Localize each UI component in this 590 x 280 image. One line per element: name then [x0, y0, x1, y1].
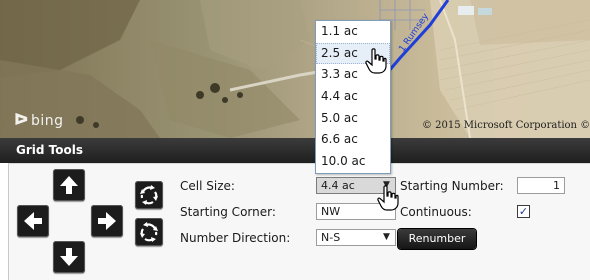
hand-cursor-icon [377, 185, 399, 211]
bing-logo-text: bing [30, 113, 64, 129]
arrow-left-icon [24, 212, 42, 230]
dropdown-option[interactable]: 6.6 ac [316, 129, 390, 151]
grid-tools-header: Grid Tools [0, 138, 590, 163]
map-copyright: © 2015 Microsoft Corporation © [422, 120, 590, 131]
cell-size-label: Cell Size: [180, 179, 235, 193]
bing-logo: ᐅ bing [14, 110, 64, 129]
starting-corner-value: NW [321, 205, 341, 218]
rotate-clockwise-icon [140, 185, 158, 205]
rotate-clockwise-button[interactable] [135, 181, 163, 209]
number-direction-label: Number Direction: [180, 231, 291, 245]
starting-number-input[interactable]: 1 [517, 177, 565, 194]
dropdown-option[interactable]: 4.4 ac [316, 86, 390, 108]
continuous-checkbox[interactable]: ✓ [517, 205, 530, 218]
arrow-up-icon [60, 176, 78, 194]
starting-number-label: Starting Number: [400, 179, 504, 193]
dropdown-option[interactable]: 1.1 ac [316, 21, 390, 43]
number-direction-select[interactable]: N-S ▼ [316, 229, 396, 246]
move-down-button[interactable] [53, 241, 85, 273]
number-direction-value: N-S [321, 231, 341, 244]
cell-size-value: 4.4 ac [321, 179, 355, 192]
renumber-button[interactable]: Renumber [398, 229, 476, 249]
rotate-counterclockwise-icon [140, 222, 158, 242]
starting-number-value: 1 [553, 179, 560, 192]
chevron-down-icon: ▼ [383, 232, 390, 242]
continuous-label: Continuous: [400, 205, 472, 219]
bing-logo-mark: ᐅ [14, 110, 29, 129]
move-right-button[interactable] [91, 205, 123, 237]
cell-size-dropdown[interactable]: 1.1 ac 2.5 ac 3.3 ac 4.4 ac 5.0 ac 6.6 a… [315, 20, 391, 174]
map-imagery [0, 0, 590, 138]
checkmark-icon: ✓ [518, 205, 529, 218]
arrow-down-icon [60, 248, 78, 266]
arrow-right-icon [98, 212, 116, 230]
hand-cursor-icon [365, 48, 387, 74]
dropdown-option[interactable]: 5.0 ac [316, 108, 390, 130]
map-view[interactable]: ᐅ bing © 2015 Microsoft Corporation © 1 R… [0, 0, 590, 138]
dropdown-option[interactable]: 10.0 ac [316, 151, 390, 173]
starting-corner-label: Starting Corner: [180, 205, 276, 219]
move-up-button[interactable] [53, 169, 85, 201]
rotate-counterclockwise-button[interactable] [135, 218, 163, 246]
move-left-button[interactable] [17, 205, 49, 237]
